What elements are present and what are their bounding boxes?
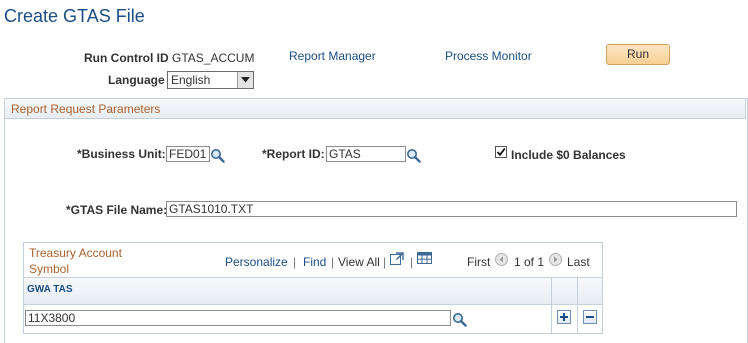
column-divider bbox=[577, 278, 578, 333]
nav-separator: | bbox=[410, 255, 414, 269]
column-divider bbox=[551, 278, 552, 333]
run-control-value: GTAS_ACCUM bbox=[172, 51, 255, 65]
file-name-label: *GTAS File Name: bbox=[66, 203, 168, 217]
gwa-tas-lookup-icon[interactable] bbox=[452, 312, 467, 327]
business-unit-label: *Business Unit: bbox=[77, 147, 166, 161]
business-unit-input[interactable]: FED01 bbox=[166, 146, 210, 162]
page-title: Create GTAS File bbox=[4, 6, 145, 26]
report-id-label: *Report ID: bbox=[262, 147, 325, 161]
plus-icon bbox=[560, 313, 568, 321]
include-zero-balances-label: Include $0 Balances bbox=[511, 148, 626, 162]
file-name-input[interactable]: GTAS1010.TXT bbox=[166, 201, 737, 217]
section-title: Report Request Parameters bbox=[11, 102, 161, 116]
chevron-down-icon[interactable] bbox=[237, 72, 253, 88]
process-monitor-link[interactable]: Process Monitor bbox=[445, 49, 532, 63]
find-link[interactable]: Find bbox=[303, 255, 326, 269]
page-info: 1 of 1 bbox=[514, 255, 545, 269]
report-manager-link[interactable]: Report Manager bbox=[289, 49, 376, 63]
personalize-link[interactable]: Personalize bbox=[225, 255, 288, 269]
spreadsheet-icon[interactable] bbox=[417, 252, 432, 264]
nav-separator: | bbox=[383, 255, 387, 269]
new-window-icon[interactable] bbox=[390, 252, 404, 265]
run-button[interactable]: Run bbox=[606, 44, 670, 65]
delete-row-button[interactable] bbox=[583, 310, 597, 324]
first-label: First bbox=[467, 255, 491, 269]
checkmark-icon bbox=[496, 147, 506, 157]
grid-title: Treasury Account Symbol bbox=[29, 246, 122, 276]
previous-arrow-icon[interactable] bbox=[495, 253, 508, 266]
add-row-button[interactable] bbox=[557, 310, 571, 324]
business-unit-lookup-icon[interactable] bbox=[210, 148, 225, 163]
nav-separator: | bbox=[293, 255, 297, 269]
nav-separator: | bbox=[331, 255, 335, 269]
language-selected-value: English bbox=[171, 73, 211, 87]
grid-header-row bbox=[24, 277, 602, 305]
report-id-input[interactable]: GTAS bbox=[326, 146, 406, 162]
include-zero-balances-checkbox[interactable] bbox=[495, 146, 507, 158]
report-id-lookup-icon[interactable] bbox=[406, 148, 421, 163]
run-control-label: Run Control ID bbox=[84, 51, 169, 65]
gwa-tas-input[interactable]: 11X3800 bbox=[25, 310, 451, 326]
gwa-tas-column-header: GWA TAS bbox=[27, 284, 73, 295]
next-arrow-icon[interactable] bbox=[549, 253, 562, 266]
language-select[interactable]: English bbox=[167, 71, 254, 89]
last-label: Last bbox=[567, 255, 590, 269]
minus-icon bbox=[586, 316, 594, 318]
view-all-link[interactable]: View All bbox=[338, 255, 380, 269]
language-label: Language bbox=[108, 73, 165, 87]
